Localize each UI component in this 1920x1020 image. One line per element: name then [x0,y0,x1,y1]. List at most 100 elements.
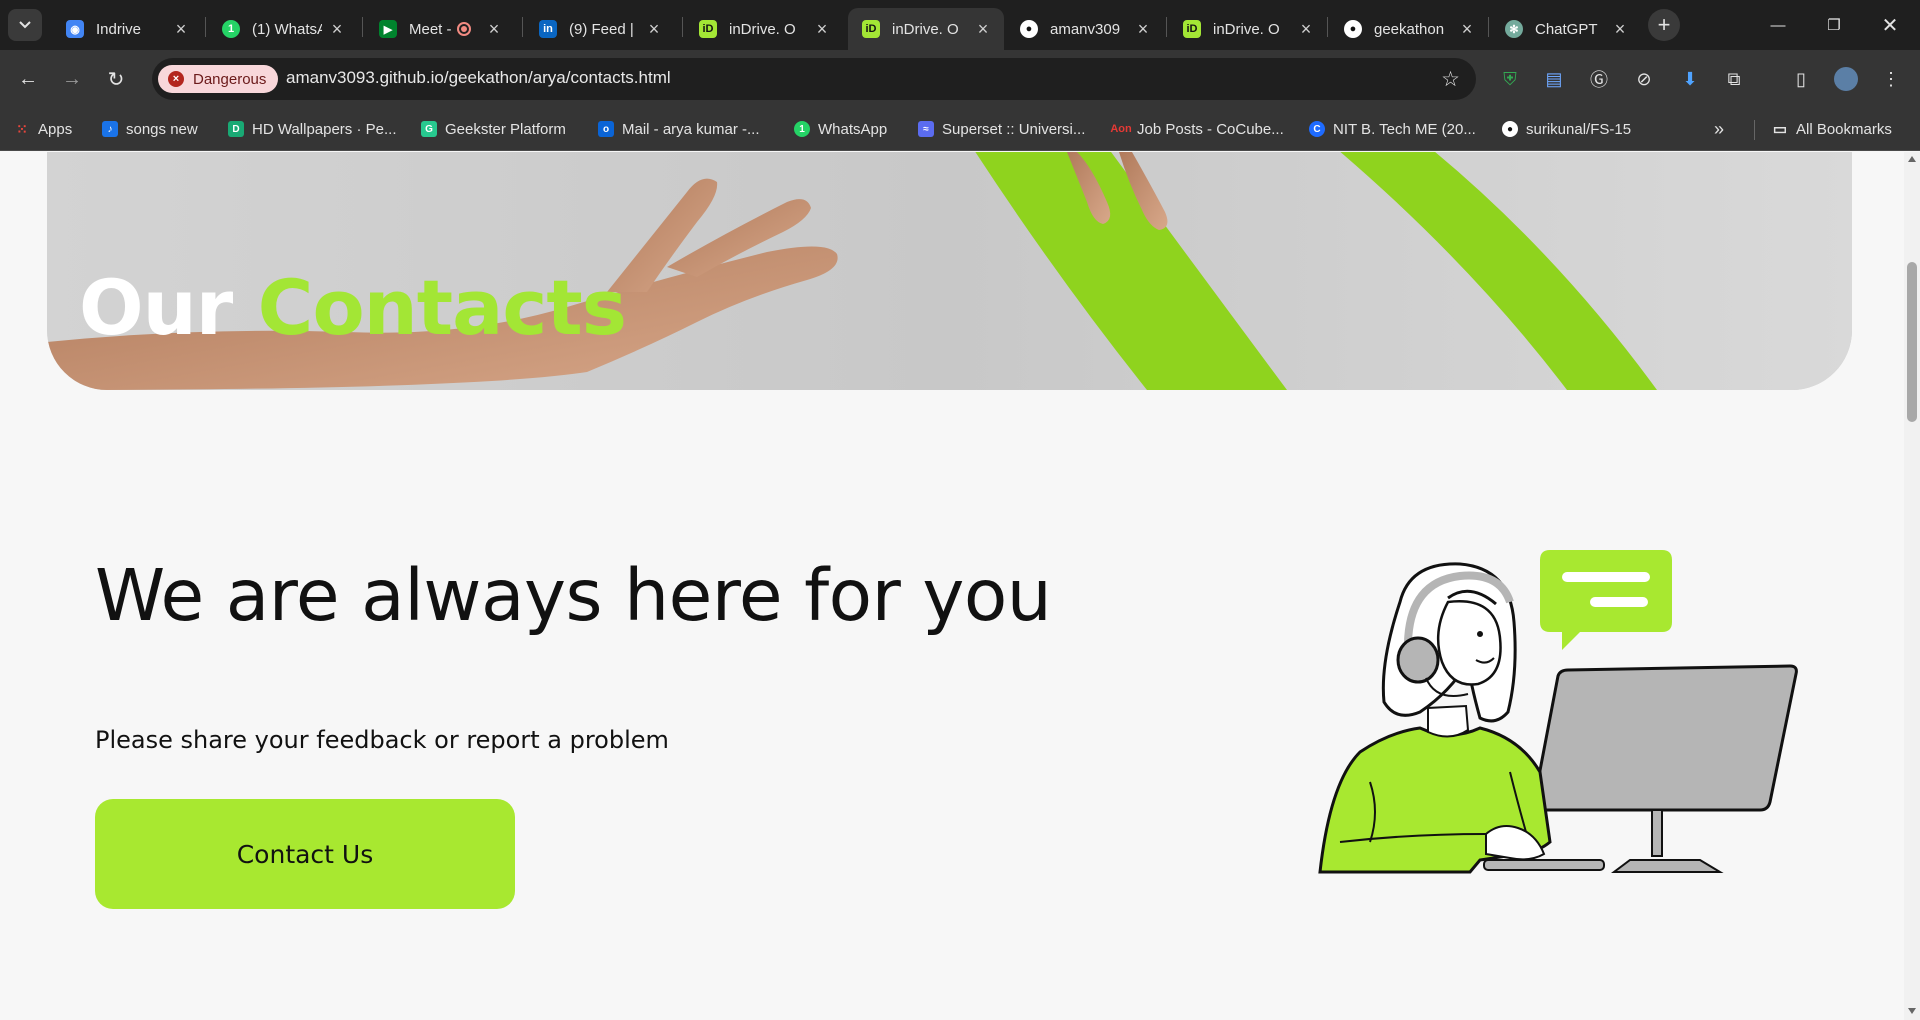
minimize-icon: — [1770,16,1786,34]
bookmark-surikunal[interactable]: ● surikunal/FS-15 [1502,118,1631,140]
bookmark-hd-wallpapers[interactable]: D HD Wallpapers · Pe... [228,118,397,140]
all-bookmarks-button[interactable]: ▭ All Bookmarks [1772,118,1892,140]
bookmark-label: Job Posts - CoCube... [1137,120,1284,138]
security-label: Dangerous [193,70,267,88]
bookmark-mail[interactable]: o Mail - arya kumar -... [598,118,760,140]
vertical-scrollbar[interactable] [1904,152,1920,1020]
apps-grid-icon: ⁙ [16,120,28,137]
close-icon[interactable]: × [1458,20,1476,38]
tab-indrive[interactable]: ◉ Indrive × [52,8,202,50]
tab-meet[interactable]: ▶ Meet - × [365,8,515,50]
arrow-left-icon: ← [18,67,38,90]
tab-divider [682,17,683,37]
more-bookmarks-button[interactable]: » [1714,118,1724,140]
tab-divider [1488,17,1489,37]
back-button[interactable]: ← [12,63,44,95]
close-window-button[interactable]: ✕ [1862,0,1918,50]
linkedin-icon: in [539,20,557,38]
github-icon: ● [1502,121,1518,137]
outlook-icon: o [598,121,614,137]
star-bookmark-icon[interactable]: ☆ [1441,67,1460,92]
security-chip[interactable]: × Dangerous [158,65,279,93]
indrive-icon: iD [1183,20,1201,38]
bookmark-label: All Bookmarks [1796,120,1892,138]
reload-icon: ↻ [107,68,125,91]
bookmark-whatsapp[interactable]: 1 WhatsApp [794,118,887,140]
title-word-contacts: Contacts [257,263,627,352]
compass-extension-icon[interactable]: ⊘ [1631,66,1657,92]
close-icon[interactable]: × [645,20,663,38]
tab-indrive-1[interactable]: iD inDrive. O × [685,8,843,50]
tab-title: Indrive [96,20,142,38]
github-icon: ● [1020,20,1038,38]
reload-button[interactable]: ↻ [100,63,132,95]
close-icon[interactable]: × [1297,20,1315,38]
minimize-button[interactable]: — [1750,0,1806,50]
shield-extension-icon[interactable]: ⛨ [1497,66,1523,92]
tab-linkedin[interactable]: in (9) Feed | L × [525,8,675,50]
restore-icon: ❐ [1827,17,1841,34]
bookmark-label: NIT B. Tech ME (20... [1333,120,1476,138]
forward-button[interactable]: → [56,63,88,95]
chevron-down-icon [19,21,31,29]
address-bar[interactable]: × Dangerous amanv3093.github.io/geekatho… [152,58,1476,100]
close-icon[interactable]: × [974,20,992,38]
menu-kebab-icon[interactable]: ⋮ [1878,66,1904,92]
bookmark-label: surikunal/FS-15 [1526,120,1632,138]
support-agent-illustration [1318,550,1798,874]
contacts-icon: ◉ [66,20,84,38]
tab-strip: ◉ Indrive × 1 (1) WhatsA × ▶ Meet - × in… [0,0,1920,50]
browser-toolbar: ← → ↻ × Dangerous amanv3093.github.io/ge… [0,50,1920,108]
bookmark-label: Superset :: Universi... [942,120,1086,138]
chatgpt-icon: ✻ [1505,20,1523,38]
close-icon[interactable]: × [485,20,503,38]
new-tab-button[interactable]: + [1648,9,1680,41]
bookmark-songs-new[interactable]: ♪ songs new [102,118,198,140]
bookmark-apps[interactable]: ⁙ Apps [14,118,72,140]
url-text[interactable]: amanv3093.github.io/geekathon/arya/conta… [286,68,671,88]
hero-banner: Our Contacts [47,152,1852,390]
scroll-down-icon[interactable] [1908,1008,1916,1014]
tab-indrive-active[interactable]: iD inDrive. O × [848,8,1004,50]
close-icon[interactable]: × [1611,20,1629,38]
tab-indrive-2[interactable]: iD inDrive. O × [1169,8,1327,50]
contact-us-button[interactable]: Contact Us [95,799,515,909]
scroll-up-icon[interactable] [1908,156,1916,162]
bookmark-cocubes[interactable]: Aon Job Posts - CoCube... [1110,118,1284,140]
contact-us-label: Contact Us [236,839,374,869]
bookmark-geekster[interactable]: G Geekster Platform [421,118,566,140]
restore-button[interactable]: ❐ [1806,0,1862,50]
scrollbar-thumb[interactable] [1907,262,1917,422]
tab-search-button[interactable] [8,9,42,41]
arrow-right-icon: → [62,67,82,90]
tab-whatsapp[interactable]: 1 (1) WhatsA × [208,8,358,50]
download-icon[interactable]: ⬇ [1677,66,1703,92]
bookmark-label: Apps [38,120,73,138]
close-icon[interactable]: × [172,20,190,38]
stack-extension-icon[interactable]: ▤ [1541,66,1567,92]
extensions-puzzle-icon[interactable]: ⧉ [1721,66,1747,92]
close-icon[interactable]: × [328,20,346,38]
bookmark-superset[interactable]: ≈ Superset :: Universi... [918,118,1085,140]
bookmark-nit[interactable]: C NIT B. Tech ME (20... [1309,118,1476,140]
folder-icon: ▭ [1772,121,1788,138]
title-word-our: Our [79,263,233,352]
whatsapp-icon: 1 [794,121,810,137]
bookmark-label: Geekster Platform [445,120,566,138]
wallpaper-icon: D [228,121,244,137]
tab-title: (9) Feed | L [569,20,639,38]
grammarly-extension-icon[interactable]: Ⓖ [1586,66,1612,92]
meet-icon: ▶ [379,20,397,38]
tab-title: amanv309 [1050,20,1121,38]
tab-divider [362,17,363,37]
bookmark-label: Mail - arya kumar -... [622,120,760,138]
close-icon[interactable]: × [1134,20,1152,38]
tab-github-amanv[interactable]: ● amanv309 × [1006,8,1164,50]
tab-github-geekathon[interactable]: ● geekathon × [1330,8,1488,50]
tab-chatgpt[interactable]: ✻ ChatGPT × [1491,8,1641,50]
superset-icon: ≈ [918,121,934,137]
side-panel-icon[interactable]: ▯ [1788,66,1814,92]
bookmark-label: songs new [126,120,198,138]
profile-avatar[interactable] [1833,66,1859,92]
close-icon[interactable]: × [813,20,831,38]
